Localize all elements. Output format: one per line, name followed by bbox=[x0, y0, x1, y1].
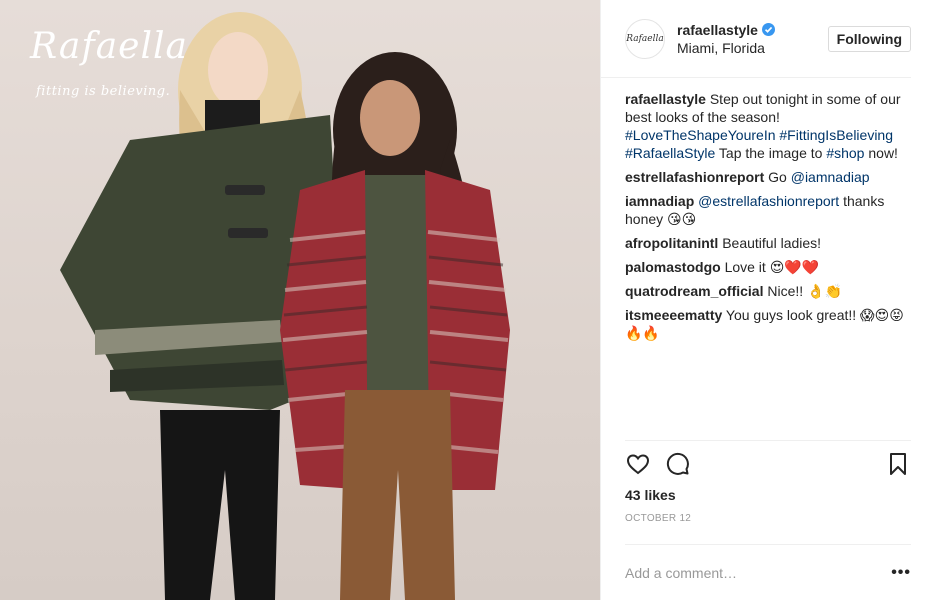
likes-count[interactable]: 43 likes bbox=[625, 487, 911, 503]
caption-text-3: now! bbox=[868, 145, 898, 161]
following-button[interactable]: Following bbox=[827, 25, 911, 52]
comment-text: Love it 😍❤️❤️ bbox=[724, 259, 820, 275]
caption-author[interactable]: rafaellastyle bbox=[625, 91, 706, 107]
location-link[interactable]: Miami, Florida bbox=[677, 40, 828, 56]
hashtag-link[interactable]: #FittingIsBelieving bbox=[779, 127, 893, 143]
comment-author[interactable]: estrellafashionreport bbox=[625, 169, 764, 185]
comment-author[interactable]: itsmeeeematty bbox=[625, 307, 722, 323]
list-item: itsmeeeematty You guys look great!! 😱😍😝🔥… bbox=[625, 306, 909, 342]
like-button[interactable] bbox=[625, 451, 651, 477]
post-date: OCTOBER 12 bbox=[625, 513, 692, 524]
post-header: Rafaella rafaellastyle Miami, Florida Fo… bbox=[601, 0, 911, 78]
list-item: iamnadiap @estrellafashionreport thanks … bbox=[625, 192, 909, 228]
brand-tagline: fitting is believing. bbox=[36, 84, 171, 99]
comment-button[interactable] bbox=[665, 451, 691, 477]
list-item: afropolitanintl Beautiful ladies! bbox=[625, 234, 909, 252]
post-photo[interactable]: Rafaella fitting is believing. bbox=[0, 0, 600, 600]
header-text: rafaellastyle Miami, Florida bbox=[677, 22, 828, 56]
comment-input[interactable] bbox=[625, 564, 892, 581]
heart-icon bbox=[626, 454, 650, 475]
username-row: rafaellastyle bbox=[677, 22, 828, 38]
comment-text: Beautiful ladies! bbox=[722, 235, 822, 251]
more-options-button[interactable]: ••• bbox=[891, 564, 911, 582]
bookmark-icon bbox=[890, 453, 906, 475]
comment-author[interactable]: palomastodgo bbox=[625, 259, 721, 275]
instagram-post: Rafaella fitting is believing. Rafaella … bbox=[0, 0, 933, 600]
comment-text: Nice!! 👌👏 bbox=[767, 283, 842, 299]
comment-box: ••• bbox=[625, 544, 911, 600]
caption: rafaellastyle Step out tonight in some o… bbox=[625, 90, 909, 162]
post-side-panel: Rafaella rafaellastyle Miami, Florida Fo… bbox=[600, 0, 933, 600]
avatar[interactable]: Rafaella bbox=[625, 18, 665, 59]
username-link[interactable]: rafaellastyle bbox=[677, 22, 758, 38]
brand-logo: Rafaella bbox=[30, 26, 188, 67]
hashtag-link[interactable]: #shop bbox=[826, 145, 864, 161]
comment-icon bbox=[666, 452, 689, 475]
save-button[interactable] bbox=[885, 451, 911, 477]
comments-list: rafaellastyle Step out tonight in some o… bbox=[601, 78, 933, 440]
mention-link[interactable]: @iamnadiap bbox=[791, 169, 870, 185]
mention-link[interactable]: @estrellafashionreport bbox=[698, 193, 839, 209]
caption-text-2: Tap the image to bbox=[718, 145, 823, 161]
list-item: estrellafashionreport Go @iamnadiap bbox=[625, 168, 909, 186]
verified-badge-icon bbox=[761, 23, 775, 36]
hashtag-link[interactable]: #LoveTheShapeYoureIn bbox=[625, 127, 776, 143]
avatar-text: Rafaella bbox=[626, 33, 664, 44]
list-item: palomastodgo Love it 😍❤️❤️ bbox=[625, 258, 909, 276]
action-icons bbox=[625, 449, 911, 479]
comment-text: Go bbox=[768, 169, 787, 185]
hashtag-link[interactable]: #RafaellaStyle bbox=[625, 145, 715, 161]
comment-author[interactable]: iamnadiap bbox=[625, 193, 694, 209]
comment-author[interactable]: afropolitanintl bbox=[625, 235, 718, 251]
action-bar: 43 likes OCTOBER 12 bbox=[625, 440, 911, 544]
list-item: quatrodream_official Nice!! 👌👏 bbox=[625, 282, 909, 300]
comment-author[interactable]: quatrodream_official bbox=[625, 283, 763, 299]
